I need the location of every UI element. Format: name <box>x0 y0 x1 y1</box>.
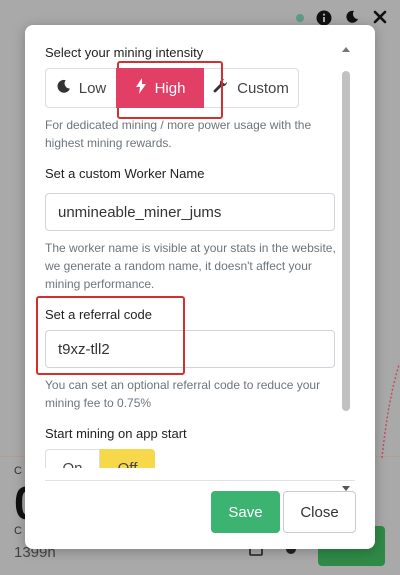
intensity-selector: Low High Custom <box>45 68 341 108</box>
background-chart-line <box>381 364 400 459</box>
status-dot <box>296 14 304 22</box>
intensity-high-button[interactable]: High <box>116 68 204 108</box>
referral-help-text: You can set an optional referral code to… <box>45 378 321 410</box>
scroll-up-arrow-icon[interactable] <box>342 47 350 52</box>
intensity-help-text: For dedicated mining / more power usage … <box>45 118 312 150</box>
info-icon[interactable] <box>316 10 332 26</box>
intensity-custom-button[interactable]: Custom <box>203 68 299 108</box>
intensity-low-label: Low <box>78 79 107 97</box>
start-mining-title: Start mining on app start <box>45 426 187 441</box>
referral-code-title: Set a referral code <box>45 307 152 322</box>
start-mining-on-button[interactable]: On <box>45 449 100 468</box>
worker-name-title: Set a custom Worker Name <box>45 166 205 181</box>
intensity-custom-label: Custom <box>237 79 289 97</box>
settings-modal: Select your mining intensity Low High Cu… <box>25 25 375 549</box>
intensity-high-label: High <box>154 79 186 97</box>
worker-name-input[interactable]: unmineable_miner_jums <box>45 193 335 231</box>
lightning-icon <box>135 78 147 98</box>
save-button[interactable]: Save <box>211 491 280 533</box>
modal-footer: Save Close <box>45 480 356 550</box>
moon-icon <box>56 79 71 98</box>
background-label: C <box>14 525 22 537</box>
referral-code-input[interactable]: t9xz-tll2 <box>45 330 335 368</box>
intensity-title: Select your mining intensity <box>45 45 204 60</box>
scrollbar-thumb[interactable] <box>342 71 350 411</box>
worker-name-help-text: The worker name is visible at your stats… <box>45 241 336 291</box>
intensity-low-button[interactable]: Low <box>45 68 117 108</box>
modal-scrollbar[interactable] <box>339 45 353 491</box>
wrench-icon <box>213 78 229 98</box>
start-mining-off-button[interactable]: Off <box>100 449 155 468</box>
close-icon[interactable] <box>372 10 388 26</box>
close-button[interactable]: Close <box>283 491 356 533</box>
background-toolbar <box>296 10 388 26</box>
moon-icon[interactable] <box>344 10 360 26</box>
modal-body: Select your mining intensity Low High Cu… <box>25 25 375 468</box>
start-mining-toggle: On Off <box>45 449 155 468</box>
settings-form: Select your mining intensity Low High Cu… <box>45 45 341 468</box>
